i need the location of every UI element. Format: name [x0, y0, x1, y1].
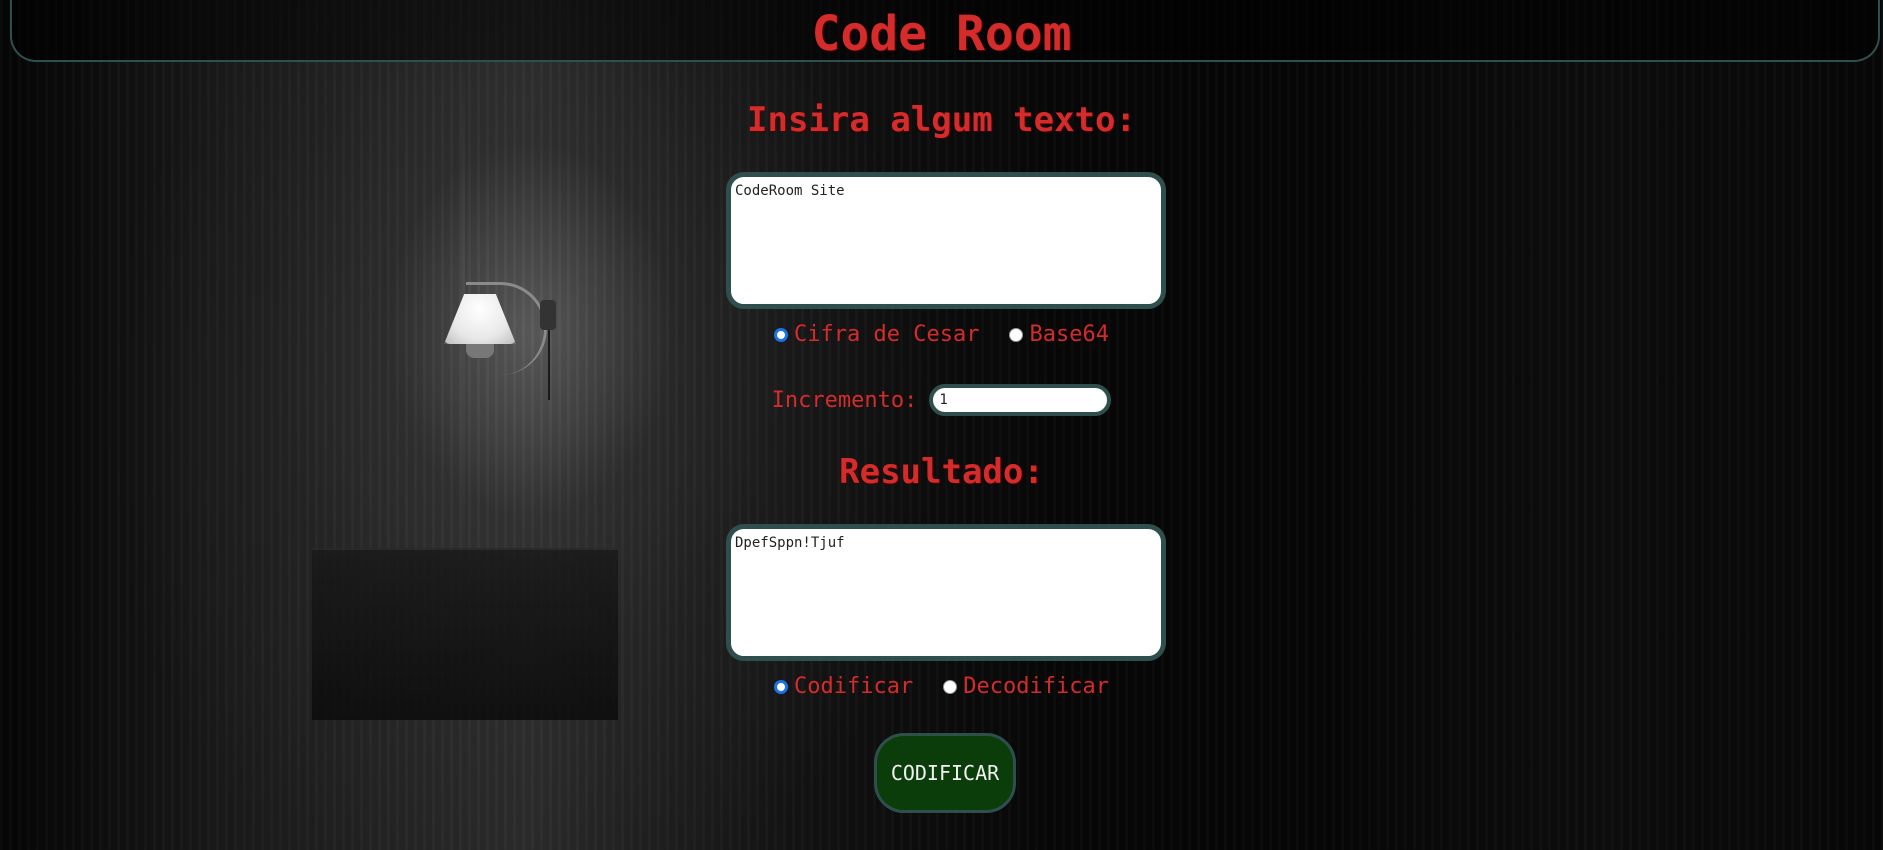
radio-base64[interactable] — [1009, 327, 1024, 342]
result-heading: Resultado: — [839, 452, 1044, 492]
increment-row: Incremento: — [0, 384, 1883, 416]
mode-label-decodificar: Decodificar — [963, 674, 1109, 699]
method-label-cesar: Cifra de Cesar — [794, 322, 980, 347]
increment-input[interactable] — [929, 384, 1112, 416]
method-radio-group: Cifra de Cesar Base64 — [0, 322, 1883, 347]
method-option-base64[interactable]: Base64 — [1009, 322, 1109, 347]
mode-option-decodificar[interactable]: Decodificar — [943, 674, 1109, 699]
codificar-button[interactable]: CODIFICAR — [874, 733, 1016, 813]
radio-codificar[interactable] — [774, 679, 789, 694]
method-option-cesar[interactable]: Cifra de Cesar — [774, 322, 979, 347]
result-textarea[interactable]: DpefSppn!Tjuf — [726, 524, 1166, 661]
mode-label-codificar: Codificar — [794, 674, 914, 699]
input-textarea[interactable]: CodeRoom Site — [726, 172, 1166, 309]
radio-decodificar[interactable] — [943, 679, 958, 694]
mode-radio-group: Codificar Decodificar — [0, 674, 1883, 699]
method-label-base64: Base64 — [1029, 322, 1109, 347]
radio-cesar[interactable] — [774, 327, 789, 342]
input-heading: Insira algum texto: — [747, 100, 1136, 140]
increment-label: Incremento: — [771, 387, 918, 413]
mode-option-codificar[interactable]: Codificar — [774, 674, 913, 699]
main-content: Insira algum texto: CodeRoom Site Cifra … — [0, 0, 1883, 850]
